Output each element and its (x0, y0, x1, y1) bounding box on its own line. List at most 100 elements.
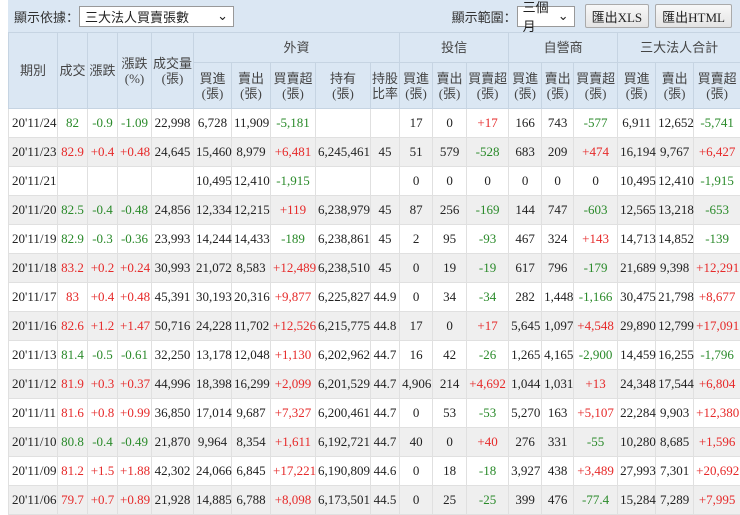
subheader-0: 買進 (張) (193, 62, 232, 109)
table-cell: 11,909 (231, 108, 271, 138)
table-cell: 44.7 (369, 427, 401, 457)
table-cell: +12,489 (270, 253, 316, 283)
table-cell: 0 (432, 108, 468, 138)
table-cell: 0 (399, 166, 434, 196)
table-cell: 0 (399, 398, 434, 428)
table-cell: 18,398 (193, 369, 232, 399)
range-select-value: 三個月 (522, 0, 549, 34)
table-cell: 256 (432, 195, 468, 225)
table-cell: 24,645 (151, 137, 194, 167)
table-cell: 30,475 (617, 282, 657, 312)
table-cell: 81.6 (57, 398, 88, 428)
table-cell: 42,302 (151, 456, 194, 486)
table-cell: 6,225,827 (315, 282, 371, 312)
table-cell: +0.2 (87, 253, 118, 283)
table-cell: 7,301 (655, 456, 695, 486)
table-cell: 683 (508, 137, 543, 167)
table-cell: 82.6 (57, 311, 88, 341)
table-cell: 82.9 (57, 137, 88, 167)
table-cell: 14,852 (655, 224, 695, 254)
subheader-6: 賣出 (張) (432, 62, 468, 109)
table-cell: 16,194 (617, 137, 657, 167)
table-row: 20'11/10 80.8 -0.4 -0.49 21,870 9,964 8,354 +1,… (8, 427, 740, 457)
table-cell: 9,398 (655, 253, 695, 283)
table-cell: 6,728 (193, 108, 232, 138)
table-cell: 438 (541, 456, 575, 486)
table-row: 20'11/11 81.6 +0.8 +0.99 36,850 17,014 9,687 +7… (8, 398, 740, 428)
table-cell: -18 (466, 456, 510, 486)
table-cell: -179 (573, 253, 619, 283)
table-cell: 20,316 (231, 282, 271, 312)
table-cell: 32,250 (151, 340, 194, 370)
table-cell: 82.5 (57, 195, 88, 225)
subheader-10: 買賣超 (張) (573, 62, 619, 109)
table-cell: 20'11/20 (8, 195, 58, 225)
table-cell: 25 (432, 485, 468, 515)
table-cell: -0.5 (87, 340, 118, 370)
table-cell: +12,291 (693, 253, 740, 283)
table-row: 20'11/12 81.9 +0.3 +0.37 44,996 18,398 16,299 +… (8, 369, 740, 399)
col-change: 漲跌 (87, 32, 118, 109)
table-cell: -2,900 (573, 340, 619, 370)
table-cell: +474 (573, 137, 619, 167)
table-cell: 3,927 (508, 456, 543, 486)
table-cell: 36,850 (151, 398, 194, 428)
table-row: 20'11/20 82.5 -0.4 -0.48 24,856 12,334 12,215 +… (8, 195, 740, 225)
table-cell: 14,244 (193, 224, 232, 254)
table-cell: 20'11/10 (8, 427, 58, 457)
table-cell: 15,284 (617, 485, 657, 515)
table-cell: 6,238,510 (315, 253, 371, 283)
table-cell: 14,459 (617, 340, 657, 370)
table-cell: 24,348 (617, 369, 657, 399)
table-cell: -77.4 (573, 485, 619, 515)
table-cell: 81.9 (57, 369, 88, 399)
subheader-1: 賣出 (張) (231, 62, 271, 109)
table-cell: 0 (432, 166, 468, 196)
table-cell: 10,280 (617, 427, 657, 457)
table-cell: +7,995 (693, 485, 740, 515)
table-cell: +1,130 (270, 340, 316, 370)
table-cell: -139 (693, 224, 740, 254)
table-cell: 40 (399, 427, 434, 457)
table-row: 20'11/23 82.9 +0.4 +0.48 24,645 15,460 8,979 +6… (8, 137, 740, 167)
table-cell: +40 (466, 427, 510, 457)
table-cell: 1,448 (541, 282, 575, 312)
chevron-down-icon: ⌄ (217, 8, 229, 23)
table-row: 20'11/18 83.2 +0.2 +0.24 30,993 21,072 8,583 +1… (8, 253, 740, 283)
table-cell: 0 (399, 456, 434, 486)
table-cell: 17,544 (655, 369, 695, 399)
table-cell: -53 (466, 398, 510, 428)
table-cell: 1,097 (541, 311, 575, 341)
table-cell: 4,165 (541, 340, 575, 370)
table-cell (315, 108, 371, 138)
range-select[interactable]: 三個月 ⌄ (516, 0, 575, 34)
table-cell: 22,998 (151, 108, 194, 138)
table-cell: 21,072 (193, 253, 232, 283)
table-cell: +6,481 (270, 137, 316, 167)
table-cell: +12,380 (693, 398, 740, 428)
table-cell: 10,495 (193, 166, 232, 196)
table-cell: 27,993 (617, 456, 657, 486)
table-row: 20'11/24 82 -0.9 -1.09 22,998 6,728 11,909 -5,1… (8, 108, 740, 138)
table-cell: 0 (508, 166, 543, 196)
table-cell: 20'11/24 (8, 108, 58, 138)
table-cell: +0.37 (117, 369, 152, 399)
table-cell: 30,193 (193, 282, 232, 312)
table-cell: 34 (432, 282, 468, 312)
table-cell: +0.4 (87, 282, 118, 312)
table-cell: 16 (399, 340, 434, 370)
group-dealer: 自營商 (508, 32, 619, 63)
subheader-4: 持股 比率 (369, 62, 401, 109)
export-xls-button[interactable]: 匯出XLS (584, 4, 650, 28)
table-cell: 743 (541, 108, 575, 138)
export-html-button[interactable]: 匯出HTML (655, 4, 732, 28)
table-cell: 17 (399, 108, 434, 138)
table-cell: 9,964 (193, 427, 232, 457)
table-cell: 6,238,861 (315, 224, 371, 254)
table-cell: +0.99 (117, 398, 152, 428)
table-cell: 2 (399, 224, 434, 254)
table-cell: 1,031 (541, 369, 575, 399)
table-cell: 12,652 (655, 108, 695, 138)
basis-select[interactable]: 三大法人買賣張數 ⌄ (79, 5, 235, 27)
table-cell: 83.2 (57, 253, 88, 283)
